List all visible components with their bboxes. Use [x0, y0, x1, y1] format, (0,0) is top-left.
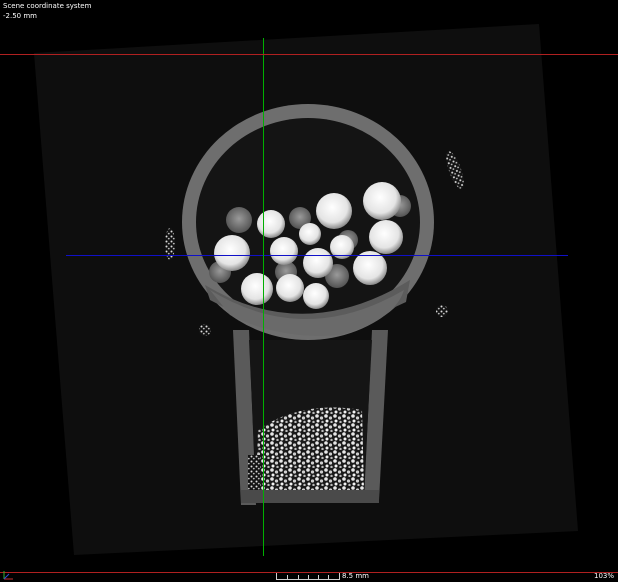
slice-frame-top-line	[0, 54, 618, 55]
vertical-crosshair[interactable]	[263, 38, 264, 556]
bead-bright	[353, 251, 387, 285]
ct-slice-image	[34, 24, 578, 555]
scale-label: 8.5 mm	[342, 572, 369, 580]
scale-tick	[318, 575, 319, 579]
holder-bottom	[241, 490, 379, 503]
bead-bright	[270, 237, 298, 265]
slice-position-label: -2.50 mm	[3, 12, 37, 20]
scale-tick	[298, 575, 299, 579]
coordinate-system-label: Scene coordinate system	[3, 2, 92, 10]
viewport-overlay-info: Scene coordinate system -2.50 mm	[3, 1, 91, 21]
bead-dim	[226, 207, 252, 233]
side-particle	[199, 324, 211, 336]
bead-bright	[316, 193, 352, 229]
horizontal-crosshair[interactable]	[66, 255, 568, 256]
ct-slice-viewport[interactable]: Scene coordinate system -2.50 mm 8.5 mm …	[0, 0, 618, 582]
bead-bright	[303, 283, 329, 309]
scale-tick	[328, 575, 329, 579]
bead-bright	[276, 274, 304, 302]
scale-tick	[308, 575, 309, 579]
bead-bright	[299, 223, 321, 245]
bead-bright	[214, 235, 250, 271]
bead-bright	[257, 210, 285, 238]
bead-bright	[363, 182, 401, 220]
scale-tick	[287, 575, 288, 579]
bead-bright	[241, 273, 273, 305]
bead-bright	[303, 248, 333, 278]
bead-bright	[369, 220, 403, 254]
zoom-level-label: 103%	[593, 572, 614, 580]
granular-fill-edge	[248, 455, 260, 490]
scale-bar	[276, 573, 340, 580]
axis-triad-icon	[3, 571, 13, 580]
side-particle	[436, 305, 448, 317]
